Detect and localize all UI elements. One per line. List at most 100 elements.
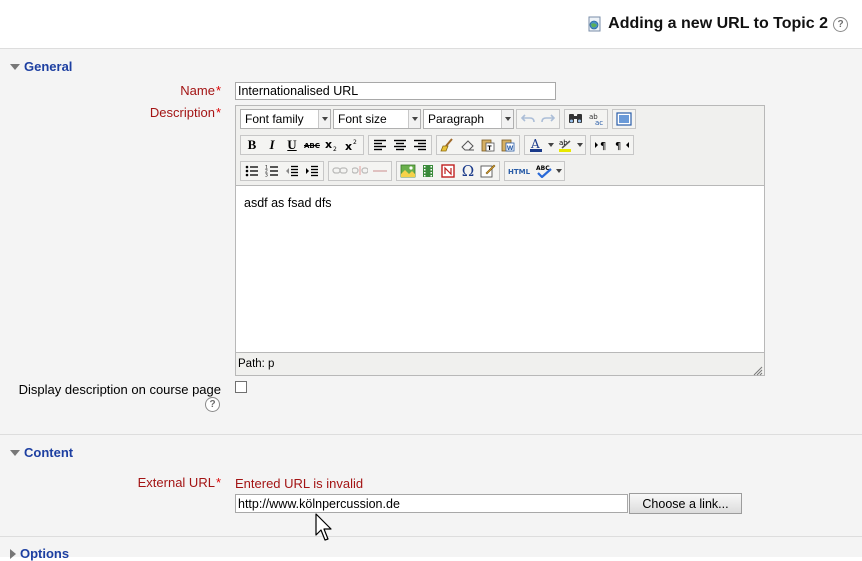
chevron-down-icon[interactable] xyxy=(554,162,563,180)
chevron-down-icon[interactable] xyxy=(575,136,584,154)
search-group: ab ac xyxy=(564,109,608,129)
font-family-select[interactable]: Font family xyxy=(240,109,331,129)
superscript-icon[interactable]: x2 xyxy=(342,136,362,154)
eraser-icon[interactable] xyxy=(458,136,478,154)
options-section: Options xyxy=(0,536,862,561)
bullet-list-icon[interactable] xyxy=(242,162,262,180)
paste-text-icon[interactable]: T xyxy=(478,136,498,154)
name-input[interactable] xyxy=(235,82,556,100)
paste-word-icon[interactable]: W xyxy=(498,136,518,154)
editor-toolbar-row-1: Font family Font size Paragraph ab ac xyxy=(240,108,638,130)
font-size-select[interactable]: Font size xyxy=(333,109,421,129)
content-legend[interactable]: Content xyxy=(10,445,73,460)
media-icon[interactable] xyxy=(418,162,438,180)
align-center-icon[interactable] xyxy=(390,136,410,154)
display-description-label: Display description on course page xyxy=(18,382,221,397)
undo-icon[interactable] xyxy=(518,110,538,128)
svg-text:ac: ac xyxy=(595,119,603,126)
editor-content-area[interactable]: asdf as fsad dfs xyxy=(236,185,764,353)
replace-icon[interactable]: ab ac xyxy=(586,110,606,128)
unlink-icon[interactable] xyxy=(350,162,370,180)
indent-icon[interactable] xyxy=(302,162,322,180)
highlight-color-icon[interactable]: ab xyxy=(555,136,575,154)
name-label: Name* xyxy=(180,83,221,98)
page-title: Adding a new URL to Topic 2 ? xyxy=(587,15,848,33)
display-description-checkbox[interactable] xyxy=(235,381,247,393)
editor-content-text: asdf as fsad dfs xyxy=(244,196,332,210)
options-legend-text: Options xyxy=(20,546,70,561)
link-icon[interactable] xyxy=(330,162,350,180)
align-group xyxy=(368,135,432,155)
editor-toolbar-row-2: B I U ABC x2 x2 xyxy=(240,134,636,156)
list-group: 123 xyxy=(240,161,324,181)
general-legend[interactable]: General xyxy=(10,59,72,74)
chevron-down-icon[interactable] xyxy=(546,136,555,154)
external-url-label-text: External URL xyxy=(137,475,215,490)
description-label: Description* xyxy=(150,105,221,120)
description-editor: Font family Font size Paragraph ab ac B … xyxy=(235,105,765,376)
svg-text:¶: ¶ xyxy=(600,141,606,151)
spellcheck-icon[interactable]: ABC xyxy=(534,162,554,180)
chevron-down-icon xyxy=(501,110,513,128)
underline-icon[interactable]: U xyxy=(282,136,302,154)
color-group: A ab xyxy=(524,135,586,155)
outdent-icon[interactable] xyxy=(282,162,302,180)
svg-text:x: x xyxy=(325,138,332,151)
page-header: Adding a new URL to Topic 2 ? xyxy=(0,0,862,48)
content-section: Content xyxy=(0,434,862,537)
anchor-icon[interactable] xyxy=(370,162,390,180)
numbered-list-icon[interactable]: 123 xyxy=(262,162,282,180)
format-select[interactable]: Paragraph xyxy=(423,109,514,129)
resize-grip-icon[interactable] xyxy=(753,364,763,376)
editor-toolbar-row-3: 123 Ω HTML ABC xyxy=(240,160,567,182)
format-select-text: Paragraph xyxy=(428,112,485,126)
table-icon[interactable] xyxy=(438,162,458,180)
required-asterisk-icon: * xyxy=(215,105,221,120)
url-module-icon xyxy=(587,16,603,32)
edit-icon[interactable] xyxy=(478,162,498,180)
svg-text:W: W xyxy=(507,145,514,152)
required-asterisk-icon: * xyxy=(215,83,221,98)
options-legend[interactable]: Options xyxy=(10,546,69,561)
svg-text:x: x xyxy=(345,140,352,152)
image-icon[interactable] xyxy=(398,162,418,180)
italic-icon[interactable]: I xyxy=(262,136,282,154)
help-icon[interactable]: ? xyxy=(205,397,220,412)
html-icon[interactable]: HTML xyxy=(506,162,534,180)
svg-text:¶: ¶ xyxy=(615,141,621,151)
svg-text:2: 2 xyxy=(353,139,357,146)
help-icon[interactable]: ? xyxy=(833,16,848,32)
align-left-icon[interactable] xyxy=(370,136,390,154)
font-family-select-text: Font family xyxy=(245,112,304,126)
required-asterisk-icon: * xyxy=(215,475,221,490)
align-right-icon[interactable] xyxy=(410,136,430,154)
url-error-message: Entered URL is invalid xyxy=(235,476,364,491)
mouse-cursor-icon xyxy=(315,513,335,546)
chevron-down-icon xyxy=(318,110,330,128)
font-size-select-text: Font size xyxy=(338,112,387,126)
general-legend-text: General xyxy=(24,59,73,74)
subscript-icon[interactable]: x2 xyxy=(322,136,342,154)
editor-path: Path: p xyxy=(238,358,275,370)
text-style-group: B I U ABC x2 x2 xyxy=(240,135,364,155)
bold-icon[interactable]: B xyxy=(242,136,262,154)
choose-link-button[interactable]: Choose a link... xyxy=(629,493,742,514)
strikethrough-icon[interactable]: ABC xyxy=(302,136,322,154)
link-group xyxy=(328,161,392,181)
name-label-text: Name xyxy=(180,83,215,98)
external-url-input[interactable] xyxy=(235,494,628,513)
rtl-icon[interactable]: ¶ xyxy=(612,136,632,154)
ltr-icon[interactable]: ¶ xyxy=(592,136,612,154)
special-char-icon[interactable]: Ω xyxy=(458,162,478,180)
code-group: HTML ABC xyxy=(504,161,565,181)
undo-group xyxy=(516,109,560,129)
page-title-text: Adding a new URL to Topic 2 xyxy=(608,15,828,32)
cleanup-icon[interactable] xyxy=(438,136,458,154)
redo-icon[interactable] xyxy=(538,110,558,128)
clipboard-group: T W xyxy=(436,135,520,155)
fullscreen-group xyxy=(612,109,636,129)
text-color-icon[interactable]: A xyxy=(526,136,546,154)
find-icon[interactable] xyxy=(566,110,586,128)
fullscreen-icon[interactable] xyxy=(614,110,634,128)
svg-text:2: 2 xyxy=(333,146,337,152)
